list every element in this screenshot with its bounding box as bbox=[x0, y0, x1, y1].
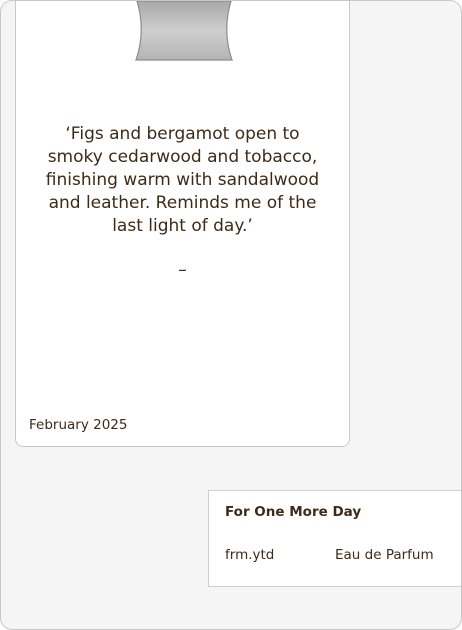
review-attribution: – bbox=[178, 260, 187, 280]
binder-clip-icon bbox=[135, 1, 233, 61]
product-brand: frm.ytd bbox=[225, 547, 275, 563]
review-date: February 2025 bbox=[29, 417, 128, 433]
page-frame: ‘Figs and bergamot open to smoky cedarwo… bbox=[0, 0, 462, 630]
review-quote: ‘Figs and bergamot open to smoky cedarwo… bbox=[45, 124, 320, 236]
product-name: For One More Day bbox=[225, 504, 362, 520]
review-card: ‘Figs and bergamot open to smoky cedarwo… bbox=[15, 1, 350, 447]
product-label: For One More Day frm.ytd Eau de Parfum bbox=[208, 490, 461, 587]
product-type: Eau de Parfum bbox=[335, 547, 434, 563]
